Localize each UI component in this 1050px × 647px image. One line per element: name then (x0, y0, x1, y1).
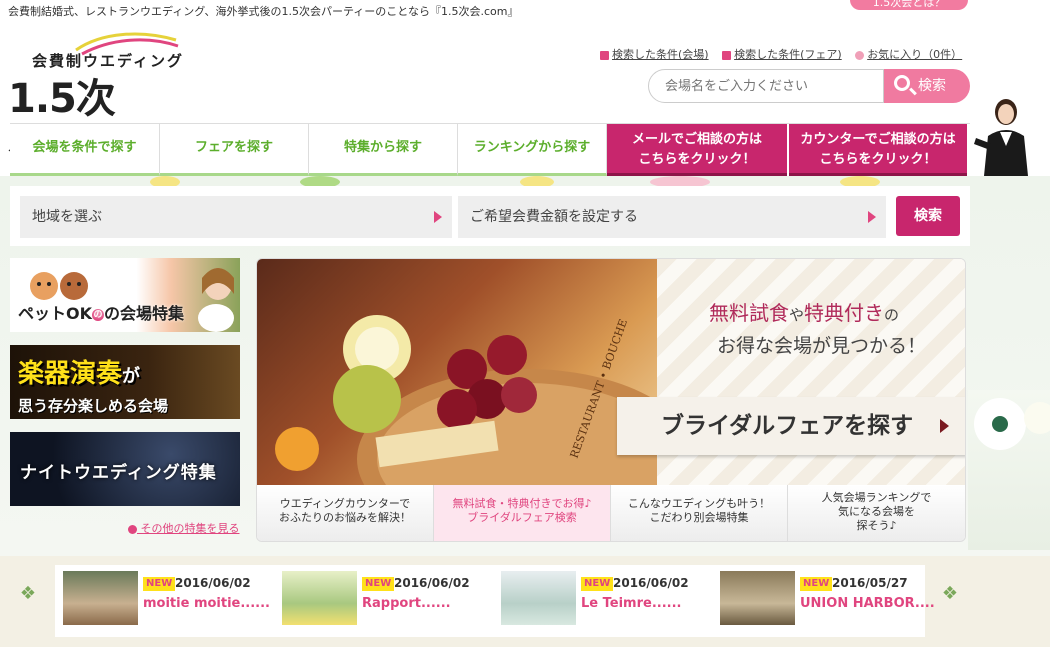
news-list: NEW 2016/06/02 moitie moitie...... NEW 2… (55, 565, 935, 637)
caret-right-icon (868, 211, 876, 223)
arrow-circle-icon (128, 524, 137, 534)
favorites-link[interactable]: お気に入り（0件） (867, 48, 962, 61)
banner-music-venue[interactable]: 楽器演奏が 思う存分楽しめる会場 (10, 345, 240, 419)
bridal-fair-ribbon[interactable]: ブライダルフェアを探す (617, 397, 965, 455)
counter-consult-button[interactable]: カウンターでご相談の方は こちらをクリック！ (789, 124, 967, 176)
banner-pet-title: ペットOKのの会場特集 (18, 304, 185, 323)
news-date: 2016/05/27 (832, 576, 908, 590)
news-item[interactable]: NEW 2016/06/02 moitie moitie...... (57, 571, 270, 631)
new-badge: NEW (800, 577, 833, 591)
tab-ranking[interactable]: ランキングから探す (458, 124, 607, 176)
banner-night-wedding[interactable]: ナイトウエディング特集 (10, 432, 240, 506)
news-date: 2016/06/02 (394, 576, 470, 590)
more-features-label: その他の特集を見る (140, 522, 240, 535)
budget-select[interactable]: ご希望会費金額を設定する (458, 196, 886, 238)
region-select-label: 地域を選ぶ (32, 209, 102, 225)
news-date: 2016/06/02 (613, 576, 689, 590)
search-icon (894, 75, 910, 91)
banner-night-title: ナイトウエディング特集 (20, 463, 217, 483)
venue-search-button[interactable]: 検索 (884, 69, 970, 103)
search-button-label: 検索 (918, 78, 946, 94)
caret-right-icon (434, 211, 442, 223)
budget-select-label: ご希望会費金額を設定する (470, 209, 638, 225)
play-arrow-icon (940, 419, 949, 433)
clip-icon (855, 50, 865, 60)
main-nav: 会場を条件で探す フェアを探す 特集から探す ランキングから探す メールでご相談… (10, 123, 970, 176)
news-thumbnail (282, 571, 357, 625)
header-links: 検索した条件(会場) 検索した条件(フェア) お気に入り（0件） (600, 46, 972, 62)
new-badge: NEW (581, 577, 614, 591)
hero-tab-ranking[interactable]: 人気会場ランキングで 気になる会場を 探そう♪ (788, 485, 965, 541)
hero-tab-counter[interactable]: ウエディングカウンターで おふたりのお悩みを解決！ (257, 485, 434, 541)
site-tagline: 会費制結婚式、レストランウエディング、海外挙式後の1.5次会パーティーのことなら… (8, 5, 519, 18)
filter-bar: 地域を選ぶ ご希望会費金額を設定する 検索 (10, 186, 970, 246)
news-item[interactable]: NEW 2016/05/27 UNION HARBOR.... (714, 571, 935, 631)
saved-venue-search-link[interactable]: 検索した条件(会場) (612, 48, 709, 61)
venue-search-input[interactable] (649, 70, 883, 102)
news-item[interactable]: NEW 2016/06/02 Rapport...... (276, 571, 488, 631)
banner-music-subtitle: 思う存分楽しめる会場 (18, 397, 169, 415)
banner-pet-ok[interactable]: ペットOKのの会場特集 (10, 258, 240, 332)
hero-subheadline: お得な会場が見つかる！ (717, 335, 927, 357)
filter-search-button[interactable]: 検索 (896, 196, 960, 236)
mail-consult-line1: メールでご相談の方は (631, 132, 762, 147)
new-badge: NEW (143, 577, 176, 591)
bookmark-icon (600, 50, 609, 60)
news-next-arrow[interactable]: ❖ (940, 584, 960, 604)
tab-search-by-condition[interactable]: 会場を条件で探す (10, 124, 160, 176)
hero-banner: RESTAURANT • BOUCHE 無料試食や特典付きの お得な会場が見つか… (256, 258, 966, 542)
bridal-fair-label: ブライダルフェアを探す (661, 412, 914, 439)
venue-search-box (648, 69, 884, 103)
news-title: UNION HARBOR.... (800, 596, 935, 611)
food-illustration: RESTAURANT • BOUCHE (275, 315, 697, 485)
hero-headline: 無料試食や特典付きの (709, 301, 900, 325)
mail-consult-button[interactable]: メールでご相談の方は こちらをクリック！ (607, 124, 787, 176)
hero-tab-fair[interactable]: 無料試食・特典付きでお得♪ ブライダルフェア検索 (434, 485, 611, 541)
tab-features[interactable]: 特集から探す (309, 124, 458, 176)
hero-tab-features[interactable]: こんなウエディングも叶う！ こだわり別会場特集 (611, 485, 788, 541)
region-select[interactable]: 地域を選ぶ (20, 196, 452, 238)
bridal-fair-banner[interactable]: RESTAURANT • BOUCHE 無料試食や特典付きの お得な会場が見つか… (257, 259, 965, 485)
new-badge: NEW (362, 577, 395, 591)
news-date: 2016/06/02 (175, 576, 251, 590)
news-item[interactable]: NEW 2016/06/02 Le Teimre...... (495, 571, 707, 631)
tab-search-fair[interactable]: フェアを探す (160, 124, 309, 176)
concierge-avatar (974, 99, 1028, 176)
counter-consult-line2: こちらをクリック！ (819, 152, 937, 167)
mail-consult-line2: こちらをクリック！ (638, 152, 756, 167)
food-photo: RESTAURANT • BOUCHE (257, 259, 697, 485)
more-features-link[interactable]: その他の特集を見る (128, 520, 240, 536)
bookmark-icon (722, 50, 732, 60)
news-thumbnail (501, 571, 576, 625)
news-prev-arrow[interactable]: ❖ (18, 584, 38, 604)
news-title: Rapport...... (362, 596, 451, 611)
news-thumbnail (63, 571, 138, 625)
hero-tabs: ウエディングカウンターで おふたりのお悩みを解決！ 無料試食・特典付きでお得♪ ブラ… (257, 485, 965, 541)
counter-consult-line1: カウンターでご相談の方は (800, 132, 956, 147)
banner-music-title: 楽器演奏が (18, 359, 141, 389)
news-title: moitie moitie...... (143, 596, 270, 611)
woman-with-dog-photo (198, 268, 234, 332)
flower-icon (974, 398, 1050, 450)
saved-fair-search-link[interactable]: 検索した条件(フェア) (734, 48, 842, 61)
site-logo[interactable]: 会費制ウエディング 1.5次会.com® (8, 28, 248, 182)
about-button[interactable]: 1.5次会とは？ (850, 0, 968, 10)
flower-decoration (968, 390, 1050, 550)
news-thumbnail (720, 571, 795, 625)
news-title: Le Teimre...... (581, 596, 682, 611)
